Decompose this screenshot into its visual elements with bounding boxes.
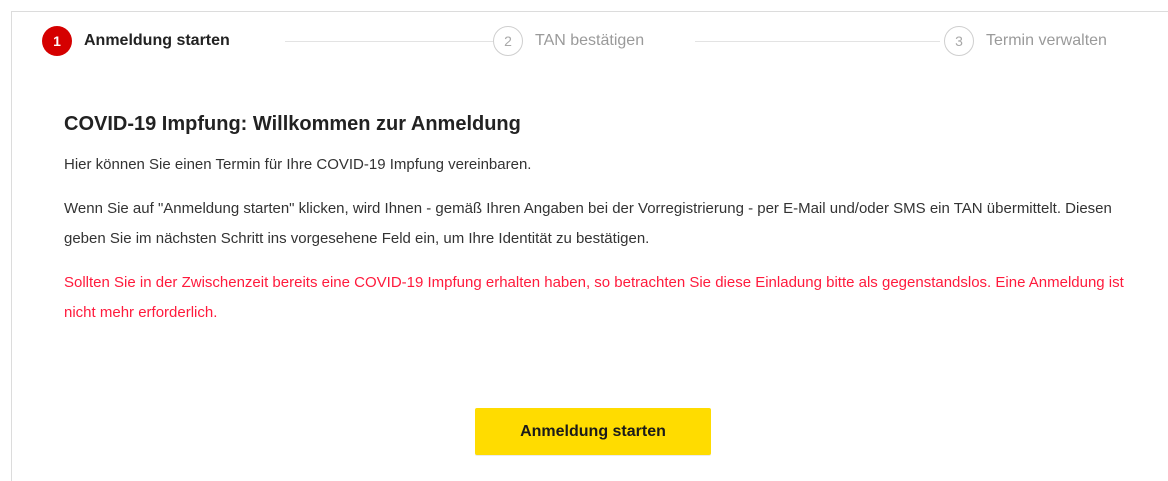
step-connector-1	[285, 41, 503, 42]
step-3-label: Termin verwalten	[986, 32, 1107, 49]
step-connector-2	[695, 41, 940, 42]
step-3: 3 Termin verwalten	[944, 25, 1107, 57]
step-2-number: 2	[493, 26, 523, 56]
progress-stepper: 1 Anmeldung starten 2 TAN bestätigen 3 T…	[32, 25, 1152, 57]
start-registration-button[interactable]: Anmeldung starten	[475, 408, 711, 455]
step-1-label: Anmeldung starten	[84, 32, 230, 49]
info-text: Wenn Sie auf "Anmeldung starten" klicken…	[64, 200, 1112, 247]
step-2-label: TAN bestätigen	[535, 32, 645, 49]
main-content: COVID-19 Impfung: Willkommen zur Anmeldu…	[64, 110, 1124, 328]
step-3-number: 3	[944, 26, 974, 56]
page-title: COVID-19 Impfung: Willkommen zur Anmeldu…	[64, 113, 521, 135]
intro-text: Hier können Sie einen Termin für Ihre CO…	[64, 156, 532, 173]
warning-text: Sollten Sie in der Zwischenzeit bereits …	[64, 274, 1124, 321]
step-1-number: 1	[42, 26, 72, 56]
step-2: 2 TAN bestätigen	[493, 25, 644, 57]
step-1: 1 Anmeldung starten	[42, 25, 230, 57]
